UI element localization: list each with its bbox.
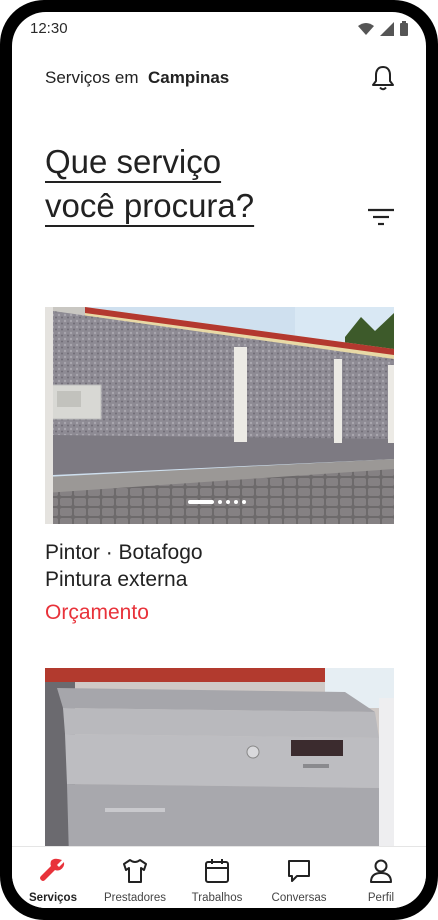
nav-label: Perfil	[367, 892, 395, 904]
listing-service: Pintor · Botafogo	[45, 541, 203, 564]
phone-frame: 12:30 Serviços em Campinas Que serviço v…	[0, 0, 438, 920]
nav-label: Serviços	[29, 892, 77, 904]
carousel-dot[interactable]	[226, 500, 230, 504]
nav-label: Conversas	[271, 892, 327, 904]
status-time: 12:30	[30, 20, 68, 37]
listing-subtitle: Pintura externa	[45, 567, 188, 591]
nav-label: Prestadores	[103, 892, 166, 904]
signal-icon	[380, 21, 394, 36]
status-bar: 12:30	[12, 12, 426, 46]
location-selector[interactable]: Serviços em Campinas	[45, 68, 229, 88]
carousel-dot[interactable]	[242, 500, 246, 504]
listing-info[interactable]: Pintor · Botafogo Pintura externa Orçame…	[45, 540, 397, 625]
screen: 12:30 Serviços em Campinas Que serviço v…	[12, 12, 426, 908]
listing-image-2[interactable]	[45, 668, 394, 858]
title-line-1: Que serviço	[45, 143, 222, 180]
filter-icon[interactable]	[368, 208, 394, 226]
carousel-indicator[interactable]	[188, 500, 246, 504]
wifi-icon	[358, 23, 374, 35]
location-city: Campinas	[147, 68, 230, 87]
chat-icon	[288, 860, 310, 882]
battery-icon	[400, 21, 408, 36]
nav-perfil[interactable]: Perfil	[340, 847, 422, 908]
status-icons	[358, 21, 408, 36]
nav-servicos[interactable]: Serviços	[12, 847, 94, 908]
shirt-icon	[123, 859, 147, 883]
user-icon	[370, 859, 392, 883]
carousel-dot[interactable]	[234, 500, 238, 504]
bottom-nav: Serviços Prestadores Trabalhos Conversas…	[12, 846, 426, 908]
carousel-dot-active[interactable]	[188, 500, 214, 504]
location-prefix: Serviços em	[45, 68, 139, 87]
bell-icon[interactable]	[369, 64, 397, 92]
nav-trabalhos[interactable]: Trabalhos	[176, 847, 258, 908]
page-title: Que serviço você procura?	[45, 140, 345, 228]
nav-conversas[interactable]: Conversas	[258, 847, 340, 908]
location-header: Serviços em Campinas	[45, 64, 397, 94]
nav-label: Trabalhos	[191, 892, 243, 904]
calendar-icon	[205, 859, 229, 883]
nav-prestadores[interactable]: Prestadores	[94, 847, 176, 908]
wrench-icon	[40, 858, 65, 881]
carousel-dot[interactable]	[218, 500, 222, 504]
wall-photo	[45, 307, 394, 524]
listing-image-carousel[interactable]	[45, 307, 394, 524]
listing-price[interactable]: Orçamento	[45, 601, 397, 625]
dishwasher-photo	[45, 668, 394, 858]
title-line-2: você procura?	[45, 186, 255, 224]
